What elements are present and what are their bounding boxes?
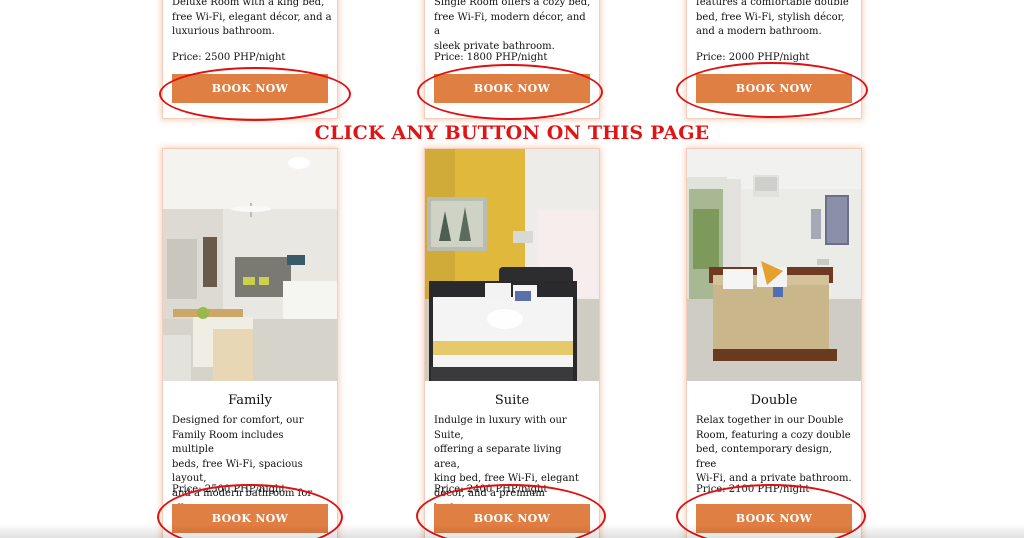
- family-room-photo: [163, 149, 337, 381]
- room-title: Family: [228, 393, 272, 408]
- room-price: Price: 2000 PHP/night: [696, 52, 810, 63]
- room-card-single: Single Room offers a cozy bed, free Wi-F…: [425, 0, 599, 118]
- room-card-suite: Suite Indulge in luxury with our Suite, …: [425, 149, 599, 538]
- bottom-shadow: [0, 524, 1024, 538]
- book-now-button[interactable]: BOOK NOW: [434, 74, 590, 103]
- room-price: Price: 2500 PHP/night: [172, 52, 286, 63]
- room-card-double: Double Relax together in our Double Room…: [687, 149, 861, 538]
- room-title: Double: [750, 393, 798, 408]
- room-card-deluxe: Deluxe Room with a king bed, free Wi-Fi,…: [163, 0, 337, 118]
- book-now-button[interactable]: BOOK NOW: [172, 74, 328, 103]
- book-now-button[interactable]: BOOK NOW: [696, 74, 852, 103]
- instruction-banner: CLICK ANY BUTTON ON THIS PAGE: [314, 122, 710, 144]
- suite-room-photo: [425, 149, 599, 381]
- room-description: Relax together in our Double Room, featu…: [696, 415, 852, 485]
- room-description: Single Room offers a cozy bed, free Wi-F…: [434, 0, 591, 52]
- room-description: features a comfortable double bed, free …: [696, 0, 849, 38]
- rooms-page: Deluxe Room with a king bed, free Wi-Fi,…: [0, 0, 1024, 538]
- room-description: Deluxe Room with a king bed, free Wi-Fi,…: [172, 0, 332, 38]
- double-room-photo: [687, 149, 861, 381]
- room-card-family: Family Designed for comfort, our Family …: [163, 149, 337, 538]
- room-title: Suite: [494, 393, 530, 408]
- room-description: Designed for comfort, our Family Room in…: [172, 415, 313, 514]
- room-description: Indulge in luxury with our Suite, offeri…: [434, 415, 579, 514]
- room-price: Price: 1800 PHP/night: [434, 52, 548, 63]
- room-card-standard-double: features a comfortable double bed, free …: [687, 0, 861, 118]
